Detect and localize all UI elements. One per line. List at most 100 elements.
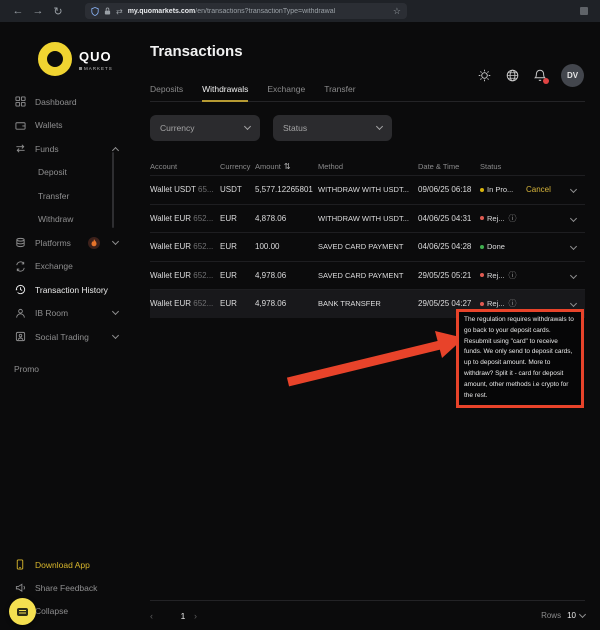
table-row[interactable]: Wallet EUR 652... EUR 100.00 SAVED CARD … <box>150 232 585 261</box>
sidebar-item-deposit[interactable]: Deposit <box>0 161 140 185</box>
bookmark-star-icon[interactable]: ☆ <box>393 6 401 17</box>
sidebar-item-exchange[interactable]: Exchange <box>0 255 140 279</box>
column-header-method: Method <box>318 161 344 171</box>
next-page-icon[interactable]: › <box>194 611 216 621</box>
platforms-icon <box>14 237 26 249</box>
table-row[interactable]: Wallet EUR 652... EUR 4,978.06 SAVED CAR… <box>150 260 585 290</box>
chat-support-button[interactable] <box>9 598 36 625</box>
chevron-down-icon <box>375 122 384 131</box>
sidebar-item-label: Download App <box>35 559 90 570</box>
language-globe-icon[interactable] <box>506 69 519 82</box>
sidebar-item-dashboard[interactable]: Dashboard <box>0 90 140 114</box>
theme-toggle-icon[interactable] <box>478 69 491 82</box>
cell-amount: 4,878.06 <box>255 213 287 223</box>
avatar[interactable]: DV <box>561 64 584 87</box>
sidebar-item-transaction-history[interactable]: Transaction History <box>0 278 140 302</box>
chevron-down-icon <box>111 331 120 339</box>
cell-account: Wallet EUR 652... <box>150 213 214 223</box>
table-row[interactable]: Wallet USDT 65... USDT 5,577.12265801 WI… <box>150 175 585 204</box>
info-icon[interactable]: ⓘ <box>509 213 517 224</box>
url-host: my.quomarkets.com <box>127 7 196 15</box>
currency-filter-label: Currency <box>160 123 195 133</box>
sidebar-item-transfer[interactable]: Transfer <box>0 184 140 208</box>
currency-filter-select[interactable]: Currency <box>150 115 260 141</box>
cell-status: In Pro... <box>480 185 526 194</box>
cell-currency: EUR <box>220 299 237 309</box>
cell-amount: 5,577.12265801 <box>255 185 313 195</box>
table-row[interactable]: Wallet EUR 652... EUR 4,878.06 WITHDRAW … <box>150 203 585 233</box>
sidebar-item-label: Dashboard <box>35 96 77 107</box>
sidebar-item-label: Share Feedback <box>35 582 98 593</box>
sidebar-item-funds[interactable]: Funds <box>0 137 140 161</box>
sidebar-item-label: Social Trading <box>35 331 89 342</box>
sidebar-item-label: Platforms <box>35 237 71 248</box>
notification-badge <box>543 78 549 84</box>
megaphone-icon <box>14 582 26 594</box>
cell-status: Rej... ⓘ <box>480 213 526 224</box>
chevron-down-icon <box>578 610 587 618</box>
address-bar[interactable]: ⇄ my.quomarkets.com/en/transactions?tran… <box>85 3 407 19</box>
expand-row-icon[interactable] <box>569 214 578 223</box>
rows-per-page-label: Rows <box>541 611 562 620</box>
info-icon[interactable]: ⓘ <box>509 298 517 309</box>
sidebar-item-promo[interactable]: Promo <box>0 358 140 382</box>
sidebar-scrollbar[interactable] <box>112 152 114 228</box>
browser-forward-icon[interactable]: → <box>28 5 48 17</box>
cell-account: Wallet EUR 652... <box>150 299 214 309</box>
share-feedback-button[interactable]: Share Feedback <box>0 576 140 599</box>
cell-amount: 4,978.06 <box>255 299 287 309</box>
browser-toolbar: ← → ↻ ⇄ my.quomarkets.com/en/transaction… <box>0 0 600 22</box>
sidebar-item-withdraw[interactable]: Withdraw <box>0 208 140 232</box>
shield-icon <box>91 6 99 16</box>
sidebar-item-wallets[interactable]: Wallets <box>0 114 140 138</box>
column-header-account: Account <box>150 161 178 171</box>
cell-method: WITHDRAW WITH USDT... <box>318 185 409 195</box>
expand-row-icon[interactable] <box>569 185 578 194</box>
notifications-bell-icon[interactable] <box>534 69 549 84</box>
cell-account: Wallet EUR 652... <box>150 242 214 252</box>
tab-transfer[interactable]: Transfer <box>324 84 355 94</box>
cell-method: BANK TRANSFER <box>318 299 381 309</box>
cell-method: SAVED CARD PAYMENT <box>318 242 404 252</box>
cell-account: Wallet USDT 65... <box>150 185 214 195</box>
browser-extension-icon[interactable] <box>580 7 588 15</box>
tab-withdrawals[interactable]: Withdrawals <box>202 84 249 102</box>
cell-datetime: 29/05/25 04:27 <box>418 299 472 309</box>
expand-row-icon[interactable] <box>569 299 578 308</box>
sidebar-item-label: Collapse <box>35 605 69 616</box>
sidebar-item-social-trading[interactable]: Social Trading <box>0 325 140 349</box>
sidebar-item-ib-room[interactable]: IB Room <box>0 302 140 326</box>
translate-icon[interactable]: ⇄ <box>116 7 123 16</box>
sidebar-item-platforms[interactable]: Platforms <box>0 231 140 255</box>
cell-datetime: 04/06/25 04:28 <box>418 242 472 252</box>
sidebar-item-label: IB Room <box>35 308 69 319</box>
tab-exchange[interactable]: Exchange <box>267 84 305 94</box>
prev-page-icon[interactable]: ‹ <box>150 611 172 621</box>
status-filter-select[interactable]: Status <box>273 115 392 141</box>
status-dot <box>480 301 484 306</box>
info-icon[interactable]: ⓘ <box>509 270 517 281</box>
url-path: /en/transactions?transactionType=withdra… <box>195 7 336 15</box>
cell-datetime: 04/06/25 04:31 <box>418 213 472 223</box>
logo-ring-icon <box>38 42 72 76</box>
rows-per-page-select[interactable]: 10 <box>567 610 587 620</box>
chat-icon <box>17 607 28 616</box>
sidebar-item-label: Transfer <box>38 190 70 201</box>
expand-row-icon[interactable] <box>569 242 578 251</box>
status-filter-label: Status <box>283 123 308 133</box>
cell-amount: 100.00 <box>255 242 280 252</box>
sort-icon[interactable]: ⇅ <box>284 162 291 171</box>
page-number[interactable]: 1 <box>172 611 194 621</box>
download-app-button[interactable]: Download App <box>0 553 140 576</box>
cancel-withdrawal-link[interactable]: Cancel <box>526 185 562 194</box>
browser-reload-icon[interactable]: ↻ <box>48 5 68 18</box>
browser-back-icon[interactable]: ← <box>8 5 28 17</box>
tab-deposits[interactable]: Deposits <box>150 84 183 94</box>
brand-logo[interactable]: QUO MARKETS <box>38 42 140 76</box>
cell-method: WITHDRAW WITH USDT... <box>318 213 409 223</box>
sidebar-item-label: Deposit <box>38 167 67 178</box>
column-header-amount[interactable]: Amount ⇅ <box>255 162 318 171</box>
column-header-currency: Currency <box>220 161 251 171</box>
expand-row-icon[interactable] <box>569 271 578 280</box>
cell-status: Done <box>480 242 526 251</box>
